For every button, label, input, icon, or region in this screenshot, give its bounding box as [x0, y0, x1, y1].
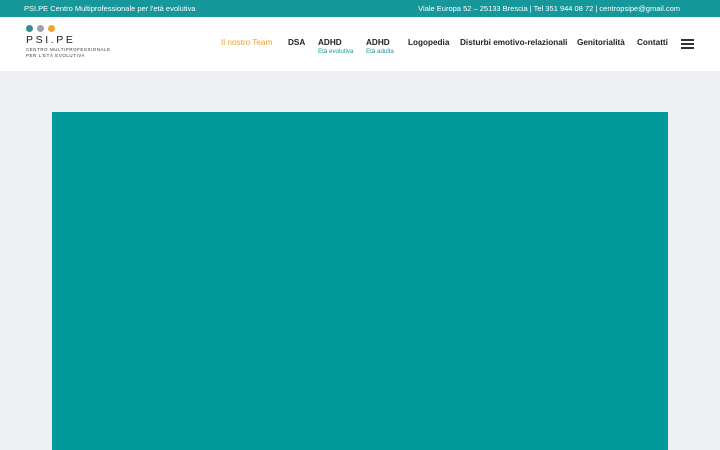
nav-item-adhd-eta-evolutiva[interactable]: ADHD	[318, 38, 342, 47]
logo-dots	[26, 25, 106, 32]
site-logo[interactable]: PSI.PE CENTRO MULTIPROFESSIONALE PER L'E…	[26, 25, 111, 65]
logo-subtitle-line2: PER L'ETÀ EVOLUTIVA	[26, 53, 86, 59]
logo-dot-grey	[37, 25, 44, 32]
nav-item-il-nostro-team[interactable]: Il nostro Team	[221, 38, 272, 47]
top-bar-tagline: PSI.PE Centro Multiprofessionale per l'e…	[24, 4, 196, 13]
nav-item-dsa[interactable]: DSA	[288, 38, 305, 47]
main-content	[0, 71, 720, 450]
logo-dot-teal	[26, 25, 33, 32]
nav-item-disturbi-emotivo-relazionali[interactable]: Disturbi emotivo-relazionali	[460, 38, 567, 47]
site-header: PSI.PE CENTRO MULTIPROFESSIONALE PER L'E…	[0, 17, 720, 71]
logo-name: PSI.PE	[26, 34, 76, 46]
top-bar-contact-info[interactable]: Viale Europa 52 – 25133 Brescia | Tel 35…	[418, 4, 680, 13]
logo-dot-orange	[48, 25, 55, 32]
top-info-bar: PSI.PE Centro Multiprofessionale per l'e…	[0, 0, 720, 17]
nav-item-contatti[interactable]: Contatti	[637, 38, 668, 47]
logo-subtitle-line1: CENTRO MULTIPROFESSIONALE	[26, 47, 111, 52]
nav-subtitle-eta-adulta: Età adulta	[366, 48, 394, 55]
nav-item-adhd-eta-adulta[interactable]: ADHD	[366, 38, 390, 47]
nav-subtitle-eta-evolutiva: Età evolutiva	[318, 48, 354, 55]
nav-item-genitorialita[interactable]: Genitorialità	[577, 38, 625, 47]
nav-item-logopedia[interactable]: Logopedia	[408, 38, 449, 47]
hamburger-menu-icon[interactable]	[681, 39, 694, 49]
hero-banner	[52, 112, 668, 450]
